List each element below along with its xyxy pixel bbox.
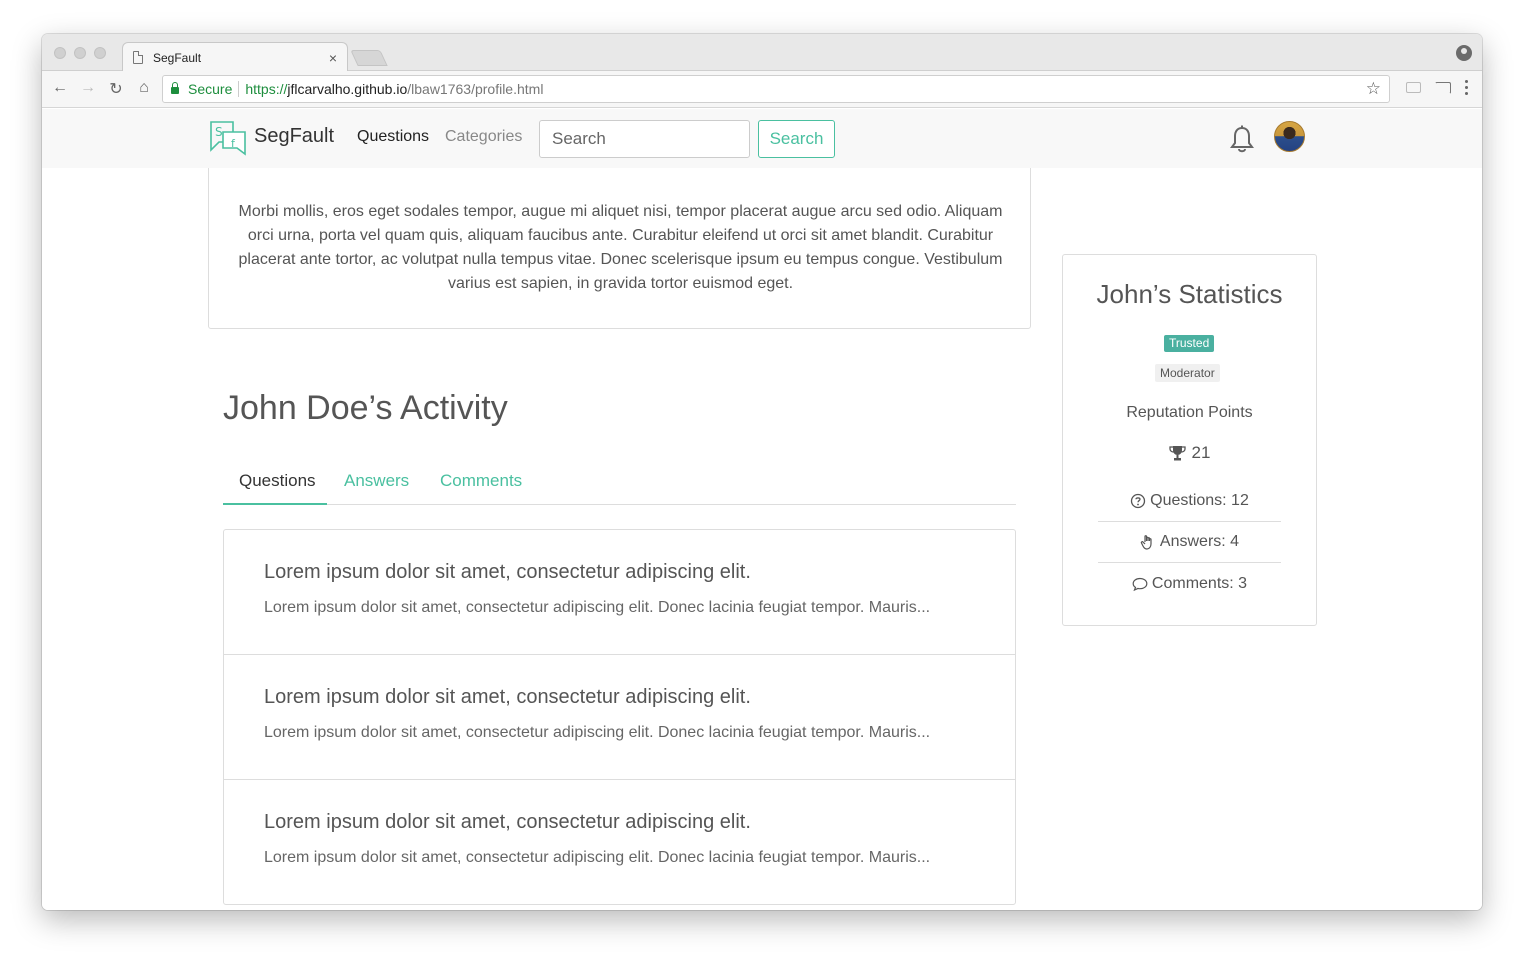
search-button[interactable]: Search [758, 120, 835, 158]
profile-about-card: Morbi mollis, eros eget sodales tempor, … [208, 144, 1031, 329]
reputation-value-row: 21 [1063, 443, 1316, 463]
search-input[interactable] [539, 120, 750, 158]
question-item[interactable]: Lorem ipsum dolor sit amet, consectetur … [224, 655, 1015, 780]
page-viewport: Morbi mollis, eros eget sodales tempor, … [42, 109, 1482, 910]
tab-close-button[interactable]: × [329, 50, 337, 66]
back-button[interactable]: ← [50, 79, 70, 97]
reload-button[interactable]: ↻ [106, 79, 126, 99]
active-tab-indicator [223, 503, 327, 505]
browser-window: SegFault × ← → ↻ ⌂ Secure https:// jflca… [42, 34, 1482, 910]
stat-comments-label: Comments: 3 [1151, 574, 1248, 592]
activity-tabs: Questions Answers Comments [223, 459, 1016, 505]
home-button[interactable]: ⌂ [134, 79, 154, 97]
brand-name[interactable]: SegFault [254, 125, 334, 148]
tab-answers[interactable]: Answers [344, 471, 409, 491]
question-list: Lorem ipsum dolor sit amet, consectetur … [223, 529, 1016, 905]
segfault-logo-icon[interactable]: S f [209, 120, 247, 156]
url-host: jflcarvalho.github.io [287, 81, 408, 97]
minimize-window-button[interactable] [74, 47, 86, 59]
trophy-icon [1168, 446, 1186, 461]
bell-icon[interactable] [1229, 125, 1255, 153]
nav-categories-link[interactable]: Categories [445, 128, 522, 146]
question-circle-icon [1130, 493, 1146, 509]
browser-tab[interactable]: SegFault × [122, 42, 348, 72]
page-icon [133, 51, 143, 64]
address-divider [238, 81, 240, 97]
stat-answers-label: Answers: 4 [1159, 533, 1240, 550]
question-title[interactable]: Lorem ipsum dolor sit amet, consectetur … [264, 561, 751, 584]
tab-title: SegFault [153, 50, 202, 65]
svg-text:S: S [215, 125, 223, 139]
stat-comments: Comments: 3 [1098, 563, 1281, 604]
question-excerpt: Lorem ipsum dolor sit amet, consectetur … [264, 724, 931, 741]
stat-questions: Questions: 12 [1098, 481, 1281, 522]
cast-icon[interactable] [1435, 81, 1451, 94]
question-item[interactable]: Lorem ipsum dolor sit amet, consectetur … [224, 780, 1015, 905]
moderator-badge: Moderator [1155, 364, 1220, 382]
hand-icon [1140, 535, 1152, 550]
browser-menu-icon[interactable] [1465, 80, 1468, 95]
browser-toolbar: ← → ↻ ⌂ Secure https:// jflcarvalho.gith… [42, 71, 1482, 108]
close-window-button[interactable] [54, 47, 66, 59]
statistics-card: John’s Statistics Trusted Moderator Repu… [1062, 254, 1317, 626]
extension-icons [1406, 80, 1468, 95]
reputation-value: 21 [1191, 443, 1211, 462]
stat-questions-label: Questions: 12 [1150, 492, 1249, 509]
trusted-badge: Trusted [1164, 335, 1215, 352]
extension-icon[interactable] [1406, 82, 1421, 93]
stat-answers: Answers: 4 [1098, 522, 1281, 563]
tab-strip: SegFault × [42, 34, 1482, 72]
statistics-title: John’s Statistics [1096, 279, 1283, 309]
bookmark-star-icon[interactable]: ☆ [1366, 79, 1381, 99]
window-controls [54, 47, 106, 59]
nav-questions-link[interactable]: Questions [357, 128, 429, 146]
reputation-label: Reputation Points [1126, 404, 1253, 421]
user-avatar[interactable] [1274, 121, 1305, 152]
question-excerpt: Lorem ipsum dolor sit amet, consectetur … [264, 599, 931, 616]
url-scheme: https:// [245, 81, 288, 97]
about-text: Morbi mollis, eros eget sodales tempor, … [238, 203, 1003, 292]
question-item[interactable]: Lorem ipsum dolor sit amet, consectetur … [224, 530, 1015, 655]
question-excerpt: Lorem ipsum dolor sit amet, consectetur … [264, 849, 931, 866]
activity-title: John Doe’s Activity [223, 389, 508, 427]
url-path: /lbaw1763/profile.html [407, 81, 544, 97]
comment-icon [1132, 577, 1148, 591]
browser-profile-icon[interactable] [1456, 45, 1472, 61]
new-tab-button[interactable] [350, 50, 388, 66]
tab-questions[interactable]: Questions [239, 471, 316, 491]
maximize-window-button[interactable] [94, 47, 106, 59]
question-title[interactable]: Lorem ipsum dolor sit amet, consectetur … [264, 686, 751, 709]
site-navbar: S f SegFault Questions Categories Search [42, 109, 1482, 168]
address-bar[interactable]: Secure https:// jflcarvalho.github.io /l… [162, 75, 1390, 103]
tab-comments[interactable]: Comments [440, 471, 522, 491]
lock-icon [171, 82, 179, 94]
forward-button[interactable]: → [78, 79, 98, 97]
question-title[interactable]: Lorem ipsum dolor sit amet, consectetur … [264, 811, 751, 834]
secure-label: Secure [188, 81, 233, 97]
